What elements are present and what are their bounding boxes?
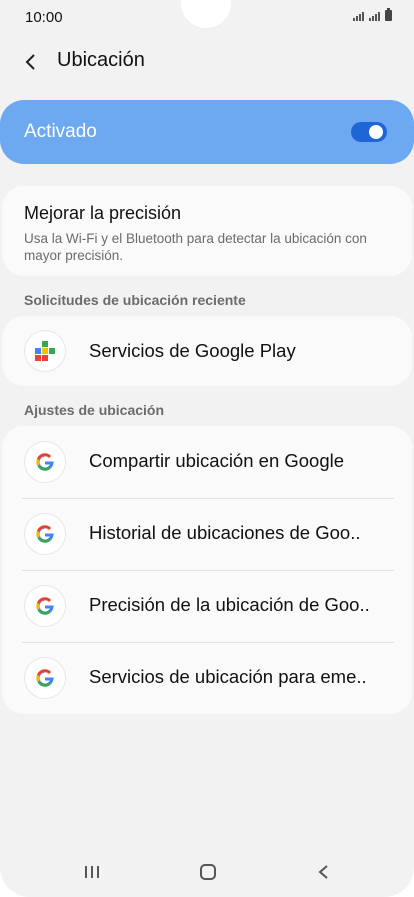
list-item[interactable]: Compartir ubicación en Google	[2, 426, 412, 498]
recent-requests-card: Servicios de Google Play	[2, 316, 412, 386]
status-icons	[353, 8, 392, 21]
list-item-label: Servicios de Google Play	[89, 340, 296, 361]
improve-precision-item[interactable]: Mejorar la precisión Usa la Wi-Fi y el B…	[2, 186, 412, 276]
list-item[interactable]: Precisión de la ubicación de Goo..	[2, 570, 412, 642]
home-icon	[200, 864, 216, 880]
precision-title: Mejorar la precisión	[24, 203, 182, 223]
signal-icon	[369, 12, 380, 21]
navigation-bar	[0, 850, 414, 894]
google-icon	[24, 585, 66, 627]
list-item[interactable]: Servicios de Google Play	[2, 316, 412, 388]
toggle-knob	[367, 123, 385, 141]
section-header-recent-requests: Solicitudes de ubicación reciente	[24, 292, 246, 308]
list-item[interactable]: Historial de ubicaciones de Goo..	[2, 498, 412, 570]
master-switch-label: Activado	[24, 121, 97, 142]
status-time: 10:00	[25, 9, 63, 26]
google-icon	[24, 513, 66, 555]
app-header: Ubicación	[0, 40, 414, 84]
home-button[interactable]	[188, 858, 228, 886]
list-item-label: Historial de ubicaciones de Goo..	[89, 522, 361, 543]
list-item-label: Precisión de la ubicación de Goo..	[89, 594, 370, 615]
page-title: Ubicación	[57, 49, 145, 71]
back-button[interactable]	[18, 48, 46, 76]
battery-icon	[385, 8, 392, 21]
camera-notch	[181, 0, 231, 28]
google-icon	[24, 441, 66, 483]
list-item-label: Compartir ubicación en Google	[89, 450, 345, 471]
google-play-services-icon	[24, 330, 66, 372]
location-master-switch[interactable]: Activado	[0, 100, 414, 164]
recents-icon	[85, 866, 99, 878]
location-settings-card: Compartir ubicación en Google Historial …	[2, 426, 412, 714]
status-bar: 10:00	[0, 0, 414, 34]
nav-back-button[interactable]	[303, 858, 343, 886]
google-icon	[24, 657, 66, 699]
list-item-label: Servicios de ubicación para eme..	[89, 666, 367, 687]
toggle-switch[interactable]	[351, 122, 387, 142]
list-item[interactable]: Servicios de ubicación para eme..	[2, 642, 412, 714]
back-icon	[318, 865, 328, 879]
recents-button[interactable]	[72, 858, 112, 886]
signal-icon	[353, 12, 364, 21]
chevron-left-icon	[25, 54, 35, 70]
precision-subtitle: Usa la Wi-Fi y el Bluetooth para detecta…	[24, 231, 367, 263]
section-header-location-settings: Ajustes de ubicación	[24, 402, 165, 418]
phone-screen: 10:00 Ubicación Activado Mejorar la prec…	[0, 0, 414, 897]
